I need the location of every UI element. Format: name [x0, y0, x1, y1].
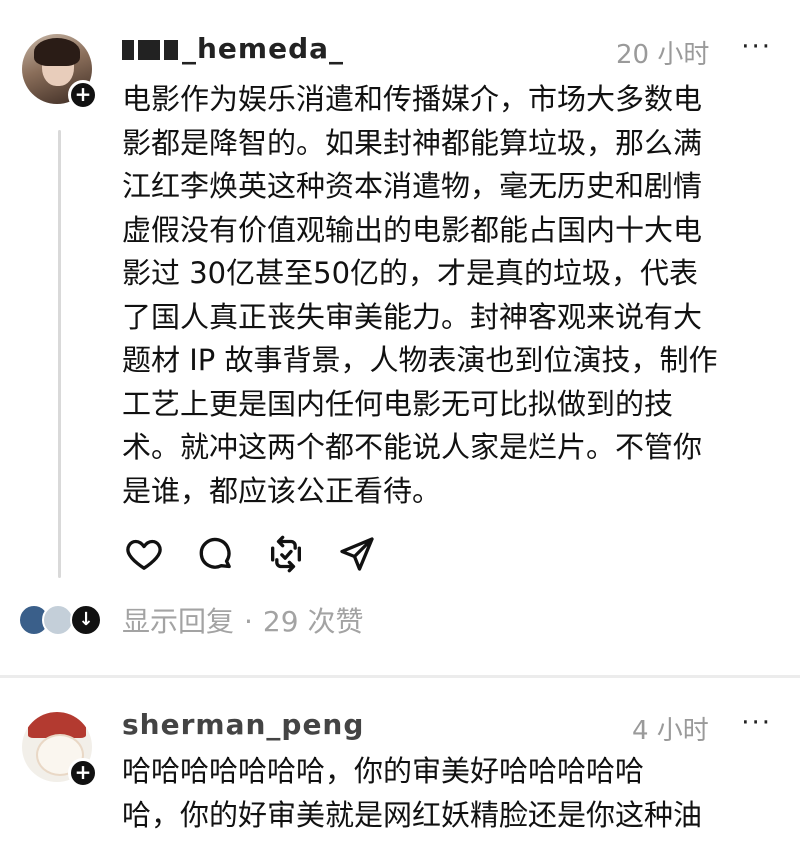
- content-line: 工艺上更是国内任何电影无可比拟做到的技: [122, 386, 674, 421]
- content-line: 了国人真正丧失审美能力。封神客观来说有大: [122, 299, 703, 334]
- content-line: 哈，你的好审美就是网红妖精脸还是你这种油: [122, 797, 703, 832]
- follow-plus-icon[interactable]: +: [68, 80, 98, 110]
- more-options-icon[interactable]: ···: [741, 708, 772, 738]
- timestamp: 20 小时: [616, 40, 710, 70]
- replies-text[interactable]: 显示回复 · 29 次赞: [122, 600, 363, 640]
- content-line: 题材 IP 故事背景，人物表演也到位演技，制作: [122, 343, 718, 377]
- action-bar: [122, 532, 406, 576]
- like-count[interactable]: 29 次赞: [263, 605, 364, 638]
- like-button[interactable]: [122, 532, 166, 576]
- post-content: 电影作为娱乐消遣和传播媒介，市场大多数电 影都是降智的。如果封神都能算垃圾，那么…: [122, 78, 762, 513]
- username[interactable]: sherman_peng: [122, 708, 364, 741]
- timestamp: 4 小时: [632, 716, 709, 746]
- thread-line: [58, 130, 61, 578]
- repost-button[interactable]: [264, 532, 308, 576]
- content-line: 是谁，都应该公正看待。: [122, 473, 442, 508]
- share-button[interactable]: [335, 532, 379, 576]
- content-line: 哈哈哈哈哈哈哈，你的审美好哈哈哈哈哈: [122, 754, 645, 788]
- username-redaction: [138, 40, 160, 60]
- username-redaction: [122, 40, 134, 60]
- content-line: 术。就冲这两个都不能说人家是烂片。不管你: [122, 430, 703, 464]
- thread-post: + _hemeda_ 20 小时 ··· 电影作为娱乐消遣和传播媒介，市场大多数…: [0, 0, 800, 675]
- replies-summary[interactable]: ↓ 显示回复 · 29 次赞: [18, 600, 363, 640]
- username-text: _hemeda_: [182, 32, 345, 65]
- content-line: 江红李焕英这种资本消遣物，毫无历史和剧情: [122, 169, 703, 203]
- content-line: 影过 30亿甚至50亿的，才是真的垃圾，代表: [122, 256, 699, 290]
- repost-icon: [271, 535, 301, 573]
- username[interactable]: _hemeda_: [122, 32, 344, 65]
- thread-post: + sherman_peng 4 小时 ··· 哈哈哈哈哈哈哈，你的审美好哈哈哈…: [0, 678, 800, 841]
- show-replies-link[interactable]: 显示回复: [122, 605, 234, 638]
- content-line: 电影作为娱乐消遣和传播媒介，市场大多数电: [122, 82, 703, 116]
- comment-icon: [199, 537, 231, 569]
- follow-plus-icon[interactable]: +: [68, 758, 98, 788]
- post-content: 哈哈哈哈哈哈哈，你的审美好哈哈哈哈哈 哈，你的好审美就是网红妖精脸还是你这种油: [122, 750, 762, 837]
- heart-icon: [126, 539, 162, 570]
- reply-arrow-icon: ↓: [70, 604, 102, 636]
- more-options-icon[interactable]: ···: [741, 32, 772, 62]
- separator: ·: [244, 605, 253, 638]
- content-line: 影都是降智的。如果封神都能算垃圾，那么满: [122, 125, 703, 160]
- content-line: 虚假没有价值观输出的电影都能占国内十大电: [122, 212, 703, 247]
- avatar-container[interactable]: +: [22, 712, 98, 788]
- share-icon: [340, 537, 374, 571]
- avatar-container[interactable]: +: [22, 34, 98, 110]
- username-redaction: [164, 40, 178, 60]
- comment-button[interactable]: [193, 532, 237, 576]
- reply-avatars: ↓: [18, 600, 108, 640]
